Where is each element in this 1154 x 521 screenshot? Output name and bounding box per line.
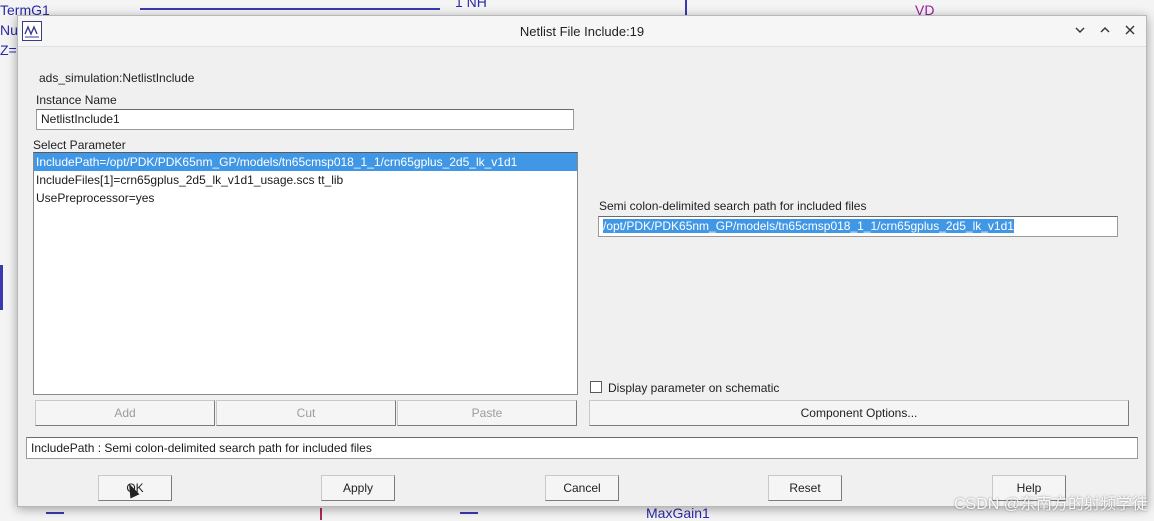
schematic-wire	[46, 512, 64, 514]
list-item[interactable]: IncludePath=/opt/PDK/PDK65nm_GP/models/t…	[34, 153, 577, 171]
paste-button[interactable]: Paste	[397, 400, 577, 426]
schematic-wire	[140, 8, 440, 10]
instance-name-input[interactable]: NetlistInclude1	[36, 109, 574, 130]
status-bar: IncludePath : Semi colon-delimited searc…	[26, 437, 1138, 459]
component-options-button[interactable]: Component Options...	[589, 400, 1129, 426]
cut-button[interactable]: Cut	[216, 400, 396, 426]
list-item[interactable]: IncludeFiles[1]=crn65gplus_2d5_lk_v1d1_u…	[34, 171, 577, 189]
schematic-wire	[460, 512, 478, 514]
window-title: Netlist File Include:19	[519, 24, 645, 39]
schematic-label-inductor: 1 NH	[455, 0, 487, 10]
list-item[interactable]: UsePreprocessor=yes	[34, 189, 577, 207]
schematic-wire	[320, 508, 322, 520]
chevron-down-icon[interactable]	[1070, 21, 1090, 41]
schematic-label-maxgain: MaxGain1	[646, 505, 710, 521]
title-bar[interactable]: Netlist File Include:19	[18, 16, 1146, 47]
reset-button[interactable]: Reset	[768, 475, 842, 501]
include-path-input[interactable]: /opt/PDK/PDK65nm_GP/models/tn65cmsp018_1…	[598, 216, 1118, 237]
schematic-wire	[0, 265, 3, 310]
watermark: CSDN @东南方的射频学徒	[953, 496, 1148, 513]
add-button[interactable]: Add	[35, 400, 215, 426]
component-type-label: ads_simulation:NetlistInclude	[39, 71, 195, 85]
include-path-value: /opt/PDK/PDK65nm_GP/models/tn65cmsp018_1…	[603, 219, 1014, 233]
display-parameter-checkbox[interactable]	[590, 381, 602, 393]
display-parameter-label: Display parameter on schematic	[608, 381, 780, 395]
schematic-wire	[685, 0, 687, 16]
schematic-label-nu: Nu	[0, 22, 18, 38]
schematic-label-z: Z=	[0, 42, 17, 58]
apply-button[interactable]: Apply	[321, 475, 395, 501]
cancel-button[interactable]: Cancel	[545, 475, 619, 501]
parameter-list[interactable]: IncludePath=/opt/PDK/PDK65nm_GP/models/t…	[33, 152, 578, 395]
netlist-include-dialog: Netlist File Include:19 ads_simulation:N…	[17, 15, 1147, 507]
chevron-up-icon[interactable]	[1095, 21, 1115, 41]
parameter-editor-label: Semi colon-delimited search path for inc…	[599, 199, 867, 213]
instance-name-label: Instance Name	[36, 93, 117, 107]
select-parameter-label: Select Parameter	[33, 138, 126, 152]
close-icon[interactable]	[1120, 21, 1140, 41]
